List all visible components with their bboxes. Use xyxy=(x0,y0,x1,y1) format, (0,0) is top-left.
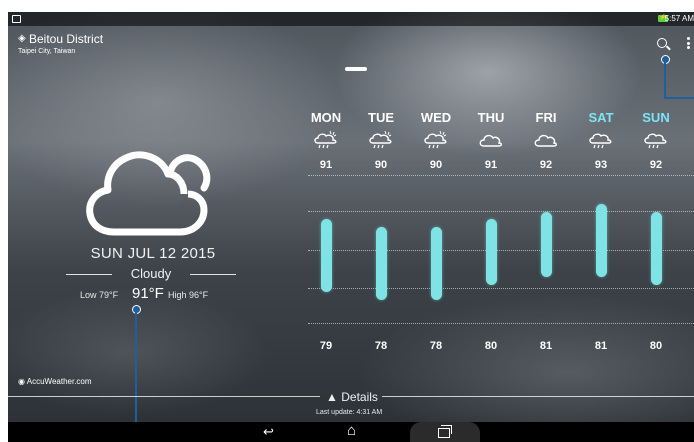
cloudy-icon xyxy=(86,151,211,236)
callout-line-search xyxy=(664,61,666,99)
page-indicator xyxy=(345,67,367,71)
home-icon[interactable]: ⌂ xyxy=(347,422,356,439)
forecast-gridline xyxy=(308,250,694,251)
location-icon: ◈ xyxy=(18,33,26,44)
forecast-temp-bar xyxy=(376,227,387,300)
forecast-gridline xyxy=(308,211,694,212)
forecast-high: 90 xyxy=(374,159,388,171)
thunderstorm-icon xyxy=(424,130,447,149)
details-divider-right xyxy=(382,396,694,397)
forecast-gridline xyxy=(308,288,694,289)
back-icon[interactable]: ↩ xyxy=(263,424,274,440)
forecast-temp-bar xyxy=(541,211,552,277)
status-time: 5:57 AM xyxy=(664,14,694,23)
location-name[interactable]: Beitou District xyxy=(29,32,103,46)
forecast-temp-bar xyxy=(596,204,607,277)
forecast-temp-bar xyxy=(486,219,497,285)
rain-icon xyxy=(644,133,667,149)
weather-app: ⚡ 5:57 AM ◈ Beitou District Taipei City,… xyxy=(8,12,694,442)
recent-apps-icon xyxy=(438,425,452,438)
forecast-high: 92 xyxy=(649,159,663,171)
forecast-day-wed: WED xyxy=(420,110,452,125)
forecast-low: 78 xyxy=(429,340,443,352)
forecast-day-tue: TUE xyxy=(368,110,394,125)
forecast-day-sun: SUN xyxy=(642,110,670,125)
details-divider-left xyxy=(8,396,320,397)
rain-icon xyxy=(589,133,612,149)
thunderstorm-icon xyxy=(369,130,392,149)
current-high: High 96°F xyxy=(168,290,209,300)
more-options-icon[interactable] xyxy=(687,37,690,49)
last-update: Last update: 4:31 AM xyxy=(316,409,383,416)
forecast-high: 90 xyxy=(429,159,443,171)
thunderstorm-icon xyxy=(314,130,337,149)
search-icon[interactable] xyxy=(657,38,667,48)
forecast-low: 79 xyxy=(319,340,333,352)
forecast-high: 93 xyxy=(594,159,608,171)
forecast-divider xyxy=(308,323,694,324)
details-label: Details xyxy=(341,390,378,404)
forecast-temp-bar xyxy=(651,211,662,285)
forecast-high: 91 xyxy=(484,159,498,171)
current-temperature[interactable]: 91°F xyxy=(132,285,164,302)
forecast-day-fri: FRI xyxy=(535,110,557,125)
accuweather-logo-icon: ◉ xyxy=(18,377,25,386)
condition-divider-right xyxy=(190,274,236,275)
accuweather-label: AccuWeather.com xyxy=(26,377,92,386)
forecast-low: 81 xyxy=(539,340,553,352)
notification-icon xyxy=(12,15,21,23)
forecast-temp-bar xyxy=(321,219,332,293)
location-region: Taipei City, Taiwan xyxy=(18,48,76,55)
forecast-temp-bar xyxy=(431,227,442,300)
forecast-low: 78 xyxy=(374,340,388,352)
details-button[interactable]: ▲ Details xyxy=(326,390,378,404)
forecast-low: 80 xyxy=(484,340,498,352)
triangle-up-icon: ▲ xyxy=(326,390,338,404)
forecast-divider xyxy=(308,175,694,176)
forecast-low: 81 xyxy=(594,340,608,352)
cloud-icon xyxy=(534,134,557,147)
forecast-day-mon: MON xyxy=(310,110,342,125)
forecast-high: 92 xyxy=(539,159,553,171)
condition-row: Cloudy xyxy=(66,266,236,282)
recent-apps-button[interactable] xyxy=(410,422,480,442)
forecast-day-sat: SAT xyxy=(588,110,614,125)
forecast-low: 80 xyxy=(649,340,663,352)
current-date: SUN JUL 12 2015 xyxy=(90,245,216,262)
callout-line-search-horizontal xyxy=(664,97,694,99)
current-low: Low 79°F xyxy=(80,290,119,300)
cloud-icon xyxy=(479,134,502,147)
status-bar: ⚡ 5:57 AM xyxy=(8,12,694,26)
accuweather-branding[interactable]: ◉ AccuWeather.com xyxy=(18,377,92,386)
forecast-day-thu: THU xyxy=(477,110,505,125)
navigation-bar: ↩ ⌂ xyxy=(8,422,694,442)
forecast-high: 91 xyxy=(319,159,333,171)
